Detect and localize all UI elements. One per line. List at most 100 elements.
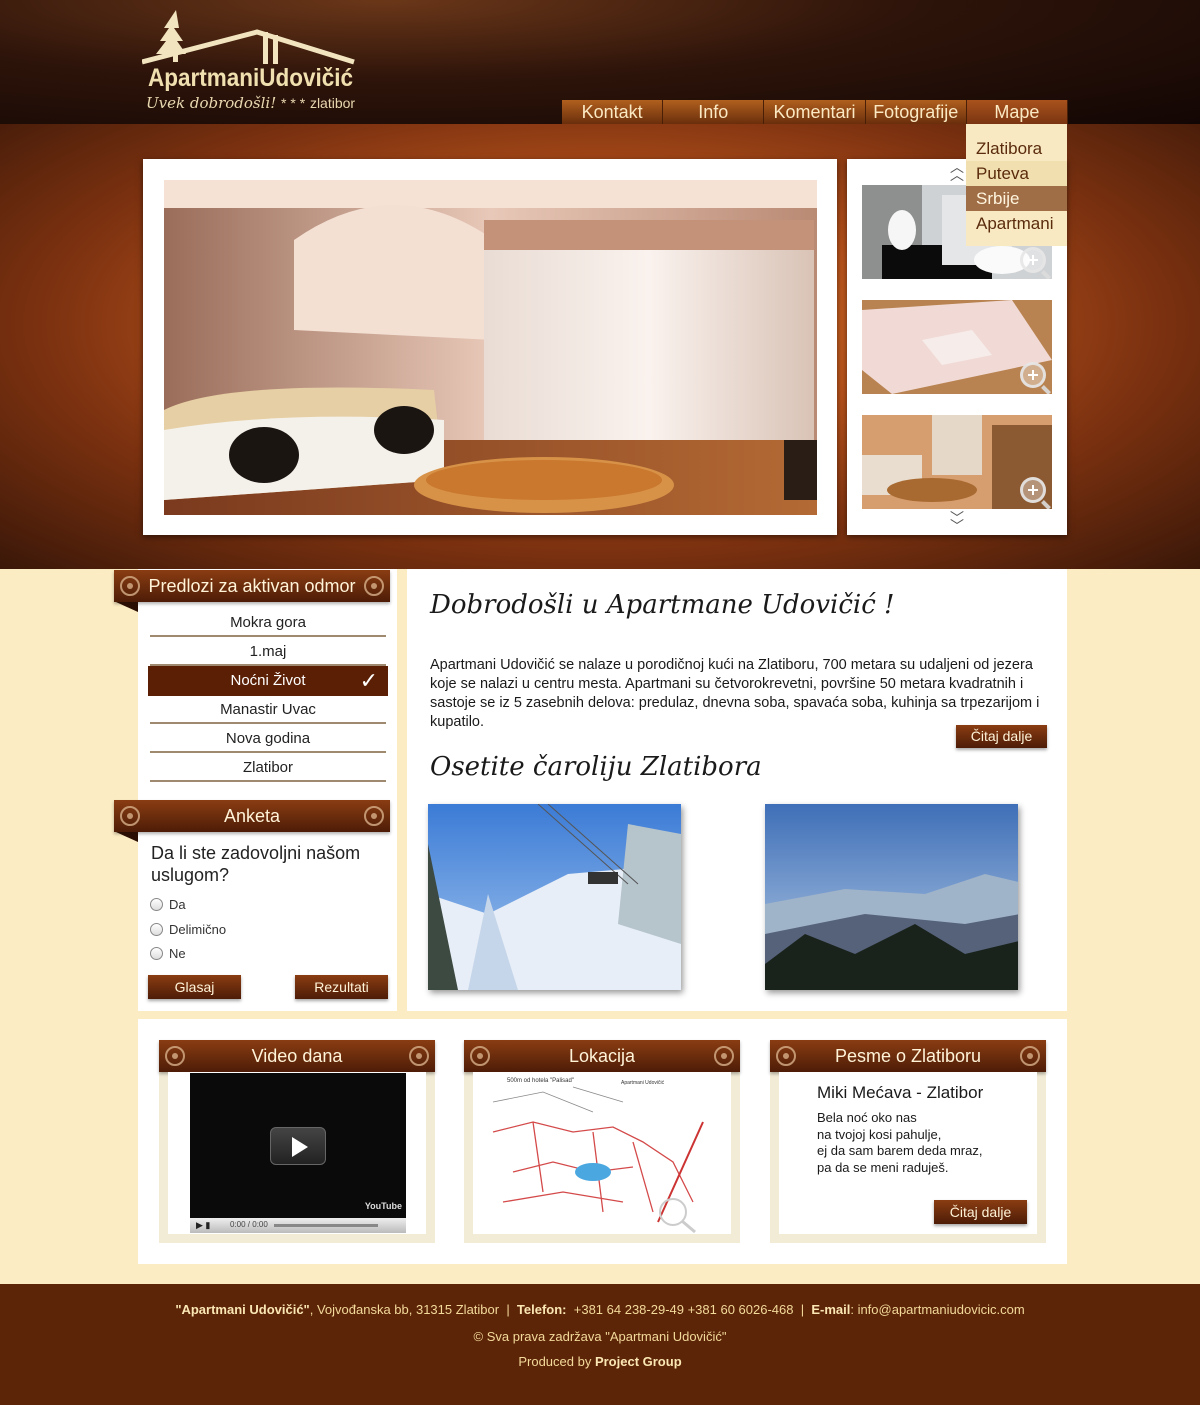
play-small-icon[interactable]: ▶ ▮ [196,1220,210,1231]
stars-text: * * * [281,95,306,111]
ornament-icon [364,806,384,826]
poll-option-label: Ne [169,946,186,961]
video-title: Video dana [159,1040,435,1072]
video-controls[interactable]: ▶ ▮ 0:00 / 0:00 [190,1218,406,1233]
footer-address: , Vojvođanska bb, 31315 Zlatibor [309,1302,500,1317]
poll-option-delimicno[interactable]: Delimično [150,922,226,937]
footer-contact: "Apartmani Udovičić", Vojvođanska bb, 31… [175,1302,1025,1317]
map-title-text: Lokacija [568,1046,636,1066]
mape-dropdown: Zlatibora Puteva Srbije Apartmani [966,124,1067,246]
lyric-line: ej da sam barem deda mraz, [817,1143,983,1158]
poll-option-da[interactable]: Da [150,897,186,912]
play-icon [292,1137,308,1157]
map-title: Lokacija [464,1040,740,1072]
footer-credits: Produced by Project Group [0,1354,1200,1369]
radio-button[interactable] [150,898,163,911]
sidebar-title: Predlozi za aktivan odmor [114,570,390,602]
songs-title-text: Pesme o Zlatiboru [834,1046,982,1066]
zoom-icon[interactable] [1020,362,1046,388]
lyric-line: pa da se meni raduješ. [817,1159,949,1175]
ornament-icon [120,576,140,596]
sidebar-item-label: Noćni Život [230,672,306,689]
zoom-icon[interactable] [1020,477,1046,503]
lyric-line: na tvojoj kosi pahulje, [817,1126,942,1142]
song-read-more-button[interactable]: Čitaj dalje [934,1200,1027,1224]
thumbnail-livingroom[interactable] [862,415,1052,509]
dropdown-item-puteva[interactable]: Puteva [966,161,1067,186]
footer-email-label: E-mail [811,1302,851,1317]
ornament-icon [364,576,384,596]
song-title: Miki Mećava - Zlatibor [817,1083,984,1102]
ski-lift-image [428,804,681,990]
welcome-text: Apartmani Udovičić se nalaze u porodično… [430,657,1040,730]
nav-fotografije[interactable]: Fotografije [865,100,967,124]
ornament-icon [714,1046,734,1066]
ornament-icon [165,1046,185,1066]
chevron-up-icon[interactable]: ︿ ︿ [949,160,965,182]
dropdown-item-srbije[interactable]: Srbije [966,186,1067,211]
main-nav: Kontakt Info Komentari Fotografije Mape [562,100,1069,124]
dropdown-item-apartmani[interactable]: Apartmani [966,211,1067,236]
site-footer: "Apartmani Udovičić", Vojvođanska bb, 31… [0,1284,1200,1405]
map-image[interactable]: 500m od hotela "Palisad" Apartmani Udovi… [473,1072,731,1234]
footer-copyright: © Sva prava zadržava "Apartmani Udovičić… [473,1329,727,1344]
map-caption: 500m od hotela "Palisad" [507,1078,574,1084]
sidebar-item-nocni-zivot[interactable]: Noćni Život ✓ [148,666,388,696]
ornament-icon [409,1046,429,1066]
poll-title-text: Anketa [223,806,281,826]
brand-tagline: Uvek dobrodošli! * * * zlatibor [146,94,355,112]
zlatibor-title: Osetite čaroliju Zlatibora [430,752,762,782]
ornament-icon [470,1046,490,1066]
ribbon-fold [116,832,138,842]
footer-producer[interactable]: Project Group [595,1354,682,1369]
sidebar-item-manastir-uvac[interactable]: Manastir Uvac [150,696,386,724]
radio-button[interactable] [150,947,163,960]
video-player[interactable]: YouTube ▶ ▮ 0:00 / 0:00 [190,1073,406,1233]
sidebar-title-text: Predlozi za aktivan odmor [148,576,356,596]
video-title-text: Video dana [251,1046,343,1066]
poll-question: Da li ste zadovoljni našom uslugom? [151,843,361,885]
poll-option-ne[interactable]: Ne [150,946,186,961]
dropdown-item-zlatibora[interactable]: Zlatibora [966,136,1067,161]
mountain-view-photo[interactable] [765,804,1018,990]
ski-lift-photo[interactable] [428,804,681,990]
mountain-view-image [765,804,1018,990]
sidebar-item-zlatibor[interactable]: Zlatibor [150,754,386,782]
video-time: 0:00 / 0:00 [230,1220,268,1229]
ornament-icon [1020,1046,1040,1066]
video-progress-bar[interactable] [274,1224,378,1227]
poll-option-label: Da [169,897,186,912]
thumbnail-bedroom[interactable] [862,300,1052,394]
chevron-down-icon[interactable]: ﹀ ﹀ [949,511,965,533]
ornament-icon [120,806,140,826]
sidebar-item-mokra-gora[interactable]: Mokra gora [150,609,386,637]
sidebar-item-1maj[interactable]: 1.maj [150,638,386,666]
place-text: zlatibor [309,95,356,111]
nav-komentari[interactable]: Komentari [764,100,866,124]
read-more-button[interactable]: Čitaj dalje [956,725,1047,748]
radio-button[interactable] [150,923,163,936]
nav-info[interactable]: Info [663,100,765,124]
footer-phone-label: Telefon: [516,1302,567,1317]
checkmark-icon: ✓ [359,668,378,693]
welcome-title: Dobrodošli u Apartmane Udovičić ! [430,590,895,620]
ornament-icon [776,1046,796,1066]
sidebar-item-nova-godina[interactable]: Nova godina [150,725,386,753]
footer-phones: +381 64 238-29-49 +381 60 6026-468 [573,1302,794,1317]
results-button[interactable]: Rezultati [295,975,388,999]
location-map: 500m od hotela "Palisad" Apartmani Udovi… [473,1072,731,1234]
zoom-icon[interactable] [1020,247,1046,273]
brand-name: ApartmaniUdovičić [148,64,354,92]
footer-produced-by: Produced by [518,1354,595,1369]
song-lyrics: Bela noć oko nas na tvojoj kosi pahulje,… [817,1110,982,1176]
songs-title: Pesme o Zlatiboru [770,1040,1046,1072]
vote-button[interactable]: Glasaj [148,975,241,999]
nav-kontakt[interactable]: Kontakt [562,100,664,124]
nav-mape[interactable]: Mape [966,100,1069,124]
poll-option-label: Delimično [169,922,227,937]
main-photo[interactable] [164,180,817,515]
footer-email[interactable]: : info@apartmaniudovicic.com [850,1302,1024,1317]
play-button[interactable] [270,1127,326,1165]
tagline-text: Uvek dobrodošli! [146,94,277,112]
ribbon-fold [116,602,138,612]
